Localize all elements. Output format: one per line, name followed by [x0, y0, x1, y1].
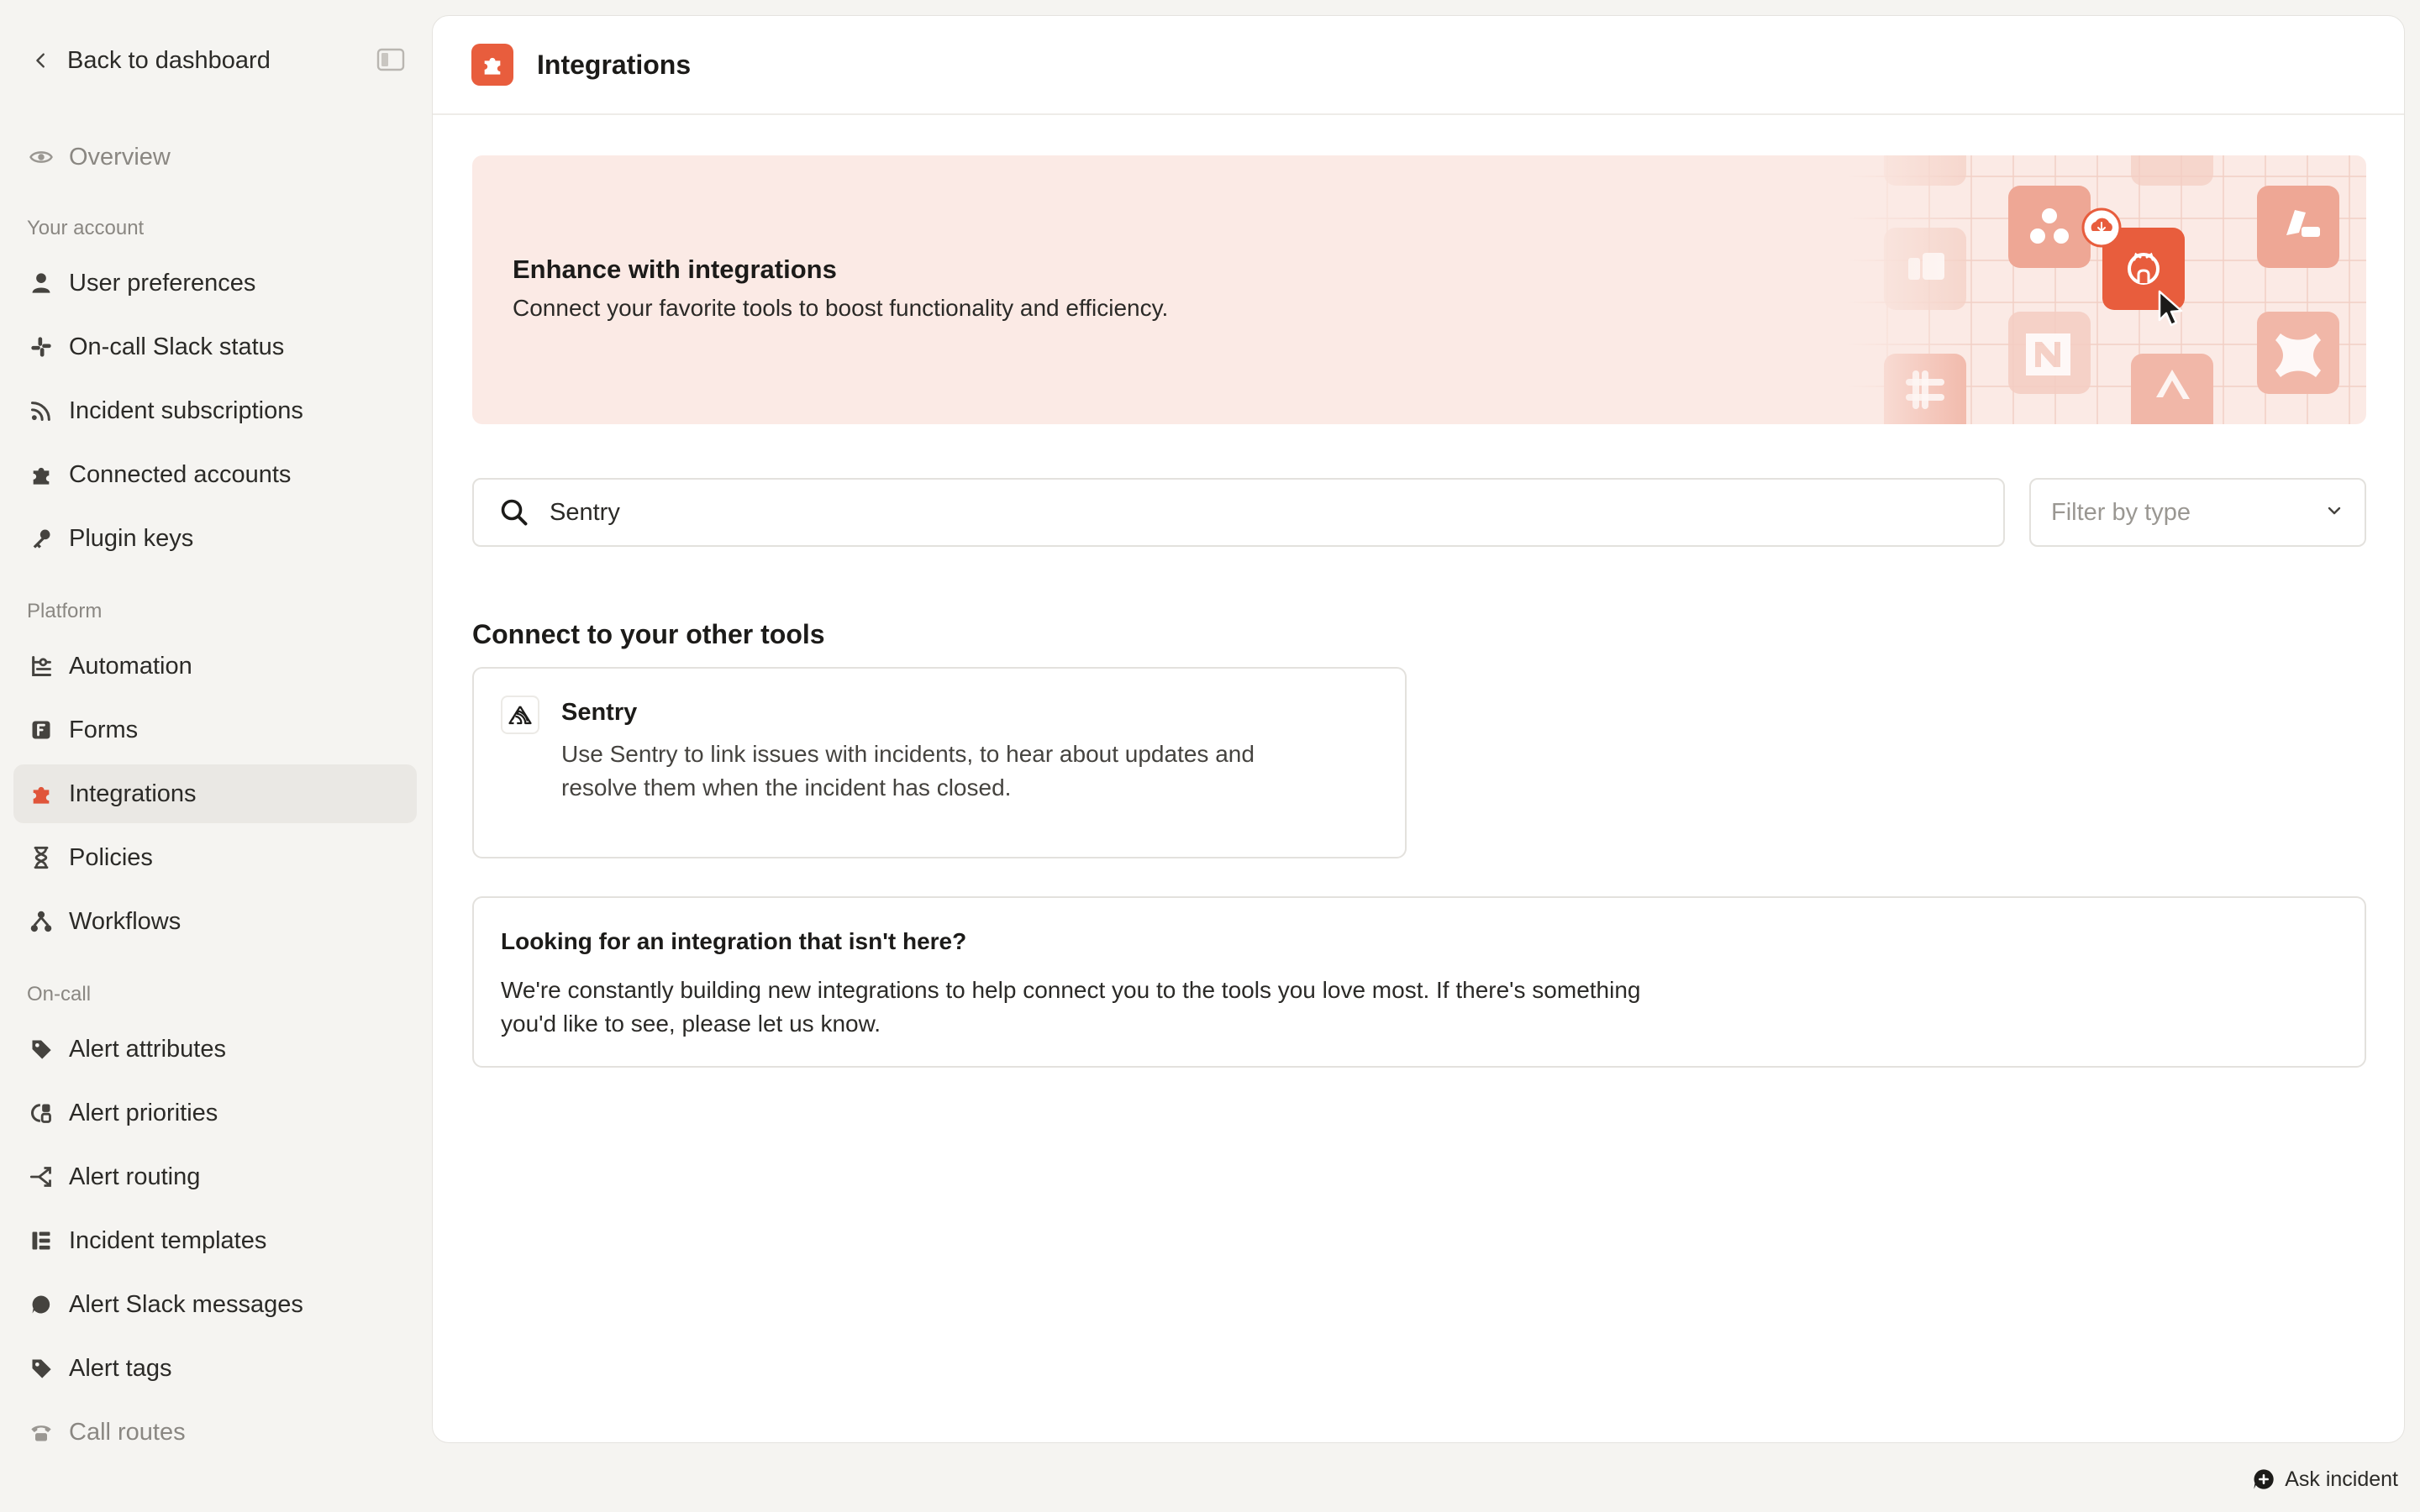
routing-icon: [27, 1163, 55, 1191]
sidebar-item-incident-templates[interactable]: Incident templates: [13, 1211, 417, 1270]
sentry-icon: [501, 696, 539, 734]
puzzle-icon: [471, 44, 513, 86]
tag-icon: [27, 1354, 55, 1383]
sidebar-item-label: Overview: [69, 143, 171, 171]
rss-icon: [27, 396, 55, 425]
sidebar-item-label: Alert attributes: [69, 1035, 226, 1063]
sidebar-item-alert-slack-messages[interactable]: Alert Slack messages: [13, 1275, 417, 1334]
sidebar-item-automation[interactable]: Automation: [13, 637, 417, 696]
sidebar: Back to dashboard Overview Your account …: [0, 0, 429, 1512]
sidebar-item-connected-accounts[interactable]: Connected accounts: [13, 445, 417, 504]
workflow-icon: [27, 907, 55, 936]
ask-incident-label: Ask incident: [2285, 1467, 2398, 1491]
filter-by-type-select[interactable]: Filter by type: [2029, 478, 2366, 547]
sidebar-item-forms[interactable]: Forms: [13, 701, 417, 759]
sidebar-item-label: Alert Slack messages: [69, 1290, 303, 1318]
sidebar-item-label: On-call Slack status: [69, 333, 285, 360]
eye-icon: [27, 143, 55, 171]
integrations-banner: Enhance with integrations Connect your f…: [472, 155, 2366, 424]
sidebar-item-plugin-keys[interactable]: Plugin keys: [13, 509, 417, 568]
section-label-oncall: On-call: [27, 983, 92, 1005]
sidebar-item-label: Connected accounts: [69, 460, 292, 488]
sidebar-item-label: Incident templates: [69, 1226, 267, 1254]
sidebar-item-alert-priorities[interactable]: Alert priorities: [13, 1084, 417, 1142]
search-input[interactable]: Sentry: [472, 478, 2005, 547]
back-to-dashboard-link[interactable]: Back to dashboard: [27, 40, 405, 81]
sidebar-item-label: Alert routing: [69, 1163, 201, 1190]
search-input-value: Sentry: [550, 498, 620, 526]
integration-name: Sentry: [561, 699, 638, 726]
section-label-account: Your account: [27, 217, 145, 239]
sidebar-item-alert-routing[interactable]: Alert routing: [13, 1147, 417, 1206]
sidebar-item-user-preferences[interactable]: User preferences: [13, 254, 417, 312]
sidebar-item-label: Policies: [69, 843, 153, 871]
back-label: Back to dashboard: [67, 46, 271, 74]
banner-title: Enhance with integrations: [513, 255, 837, 284]
filter-placeholder: Filter by type: [2051, 498, 2191, 526]
sidebar-item-incident-subscriptions[interactable]: Incident subscriptions: [13, 381, 417, 440]
hourglass-icon: [27, 843, 55, 872]
phone-icon: [27, 1418, 55, 1446]
notice-title: Looking for an integration that isn't he…: [501, 928, 967, 954]
notice-body: We're constantly building new integratio…: [501, 977, 1641, 1037]
priority-icon: [27, 1099, 55, 1127]
template-icon: [27, 1226, 55, 1255]
user-icon: [27, 269, 55, 297]
sidebar-item-workflows[interactable]: Workflows: [13, 892, 417, 951]
sidebar-item-call-routes[interactable]: Call routes: [13, 1403, 417, 1462]
integrations-illustration: [1845, 155, 2366, 424]
sidebar-item-overview[interactable]: Overview: [13, 128, 417, 186]
sidebar-item-label: Alert tags: [69, 1354, 172, 1382]
chevron-down-icon: [2324, 501, 2344, 525]
sidebar-item-label: Alert priorities: [69, 1099, 218, 1126]
sidebar-collapse-icon[interactable]: [376, 47, 405, 72]
integration-description: Use Sentry to link issues with incidents…: [561, 741, 1255, 801]
puzzle-icon: [27, 460, 55, 489]
key-icon: [27, 524, 55, 553]
sidebar-item-policies[interactable]: Policies: [13, 828, 417, 887]
sidebar-item-label: Workflows: [69, 907, 182, 935]
main-panel: Integrations Enhance with integrations C…: [432, 15, 2405, 1443]
banner-subtitle: Connect your favorite tools to boost fun…: [513, 295, 1169, 321]
search-icon: [497, 496, 531, 529]
page-title: Integrations: [537, 49, 692, 80]
automation-icon: [27, 652, 55, 680]
sidebar-item-label: Forms: [69, 716, 139, 743]
missing-integration-notice: Looking for an integration that isn't he…: [472, 896, 2366, 1068]
sidebar-item-label: Automation: [69, 652, 192, 680]
sidebar-item-label: Integrations: [69, 780, 197, 807]
slack-icon: [27, 333, 55, 361]
page-header: Integrations: [433, 16, 2404, 115]
sidebar-item-label: Incident subscriptions: [69, 396, 303, 424]
sidebar-item-integrations[interactable]: Integrations: [13, 764, 417, 823]
section-title: Connect to your other tools: [472, 619, 825, 649]
section-label-platform: Platform: [27, 600, 103, 622]
sidebar-item-oncall-slack-status[interactable]: On-call Slack status: [13, 318, 417, 376]
integration-card-sentry[interactable]: Sentry Use Sentry to link issues with in…: [472, 667, 1407, 858]
sidebar-item-alert-tags[interactable]: Alert tags: [13, 1339, 417, 1398]
sidebar-item-label: Plugin keys: [69, 524, 194, 552]
sidebar-item-label: User preferences: [69, 269, 256, 297]
tag-icon: [27, 1035, 55, 1063]
chevron-left-icon: [27, 46, 55, 75]
message-icon: [27, 1290, 55, 1319]
sidebar-item-label: Call routes: [69, 1418, 186, 1446]
chat-plus-icon: [2251, 1467, 2276, 1492]
ask-incident-button[interactable]: Ask incident: [2251, 1465, 2398, 1494]
sidebar-item-alert-attributes[interactable]: Alert attributes: [13, 1020, 417, 1079]
form-icon: [27, 716, 55, 744]
puzzle-icon: [27, 780, 55, 808]
